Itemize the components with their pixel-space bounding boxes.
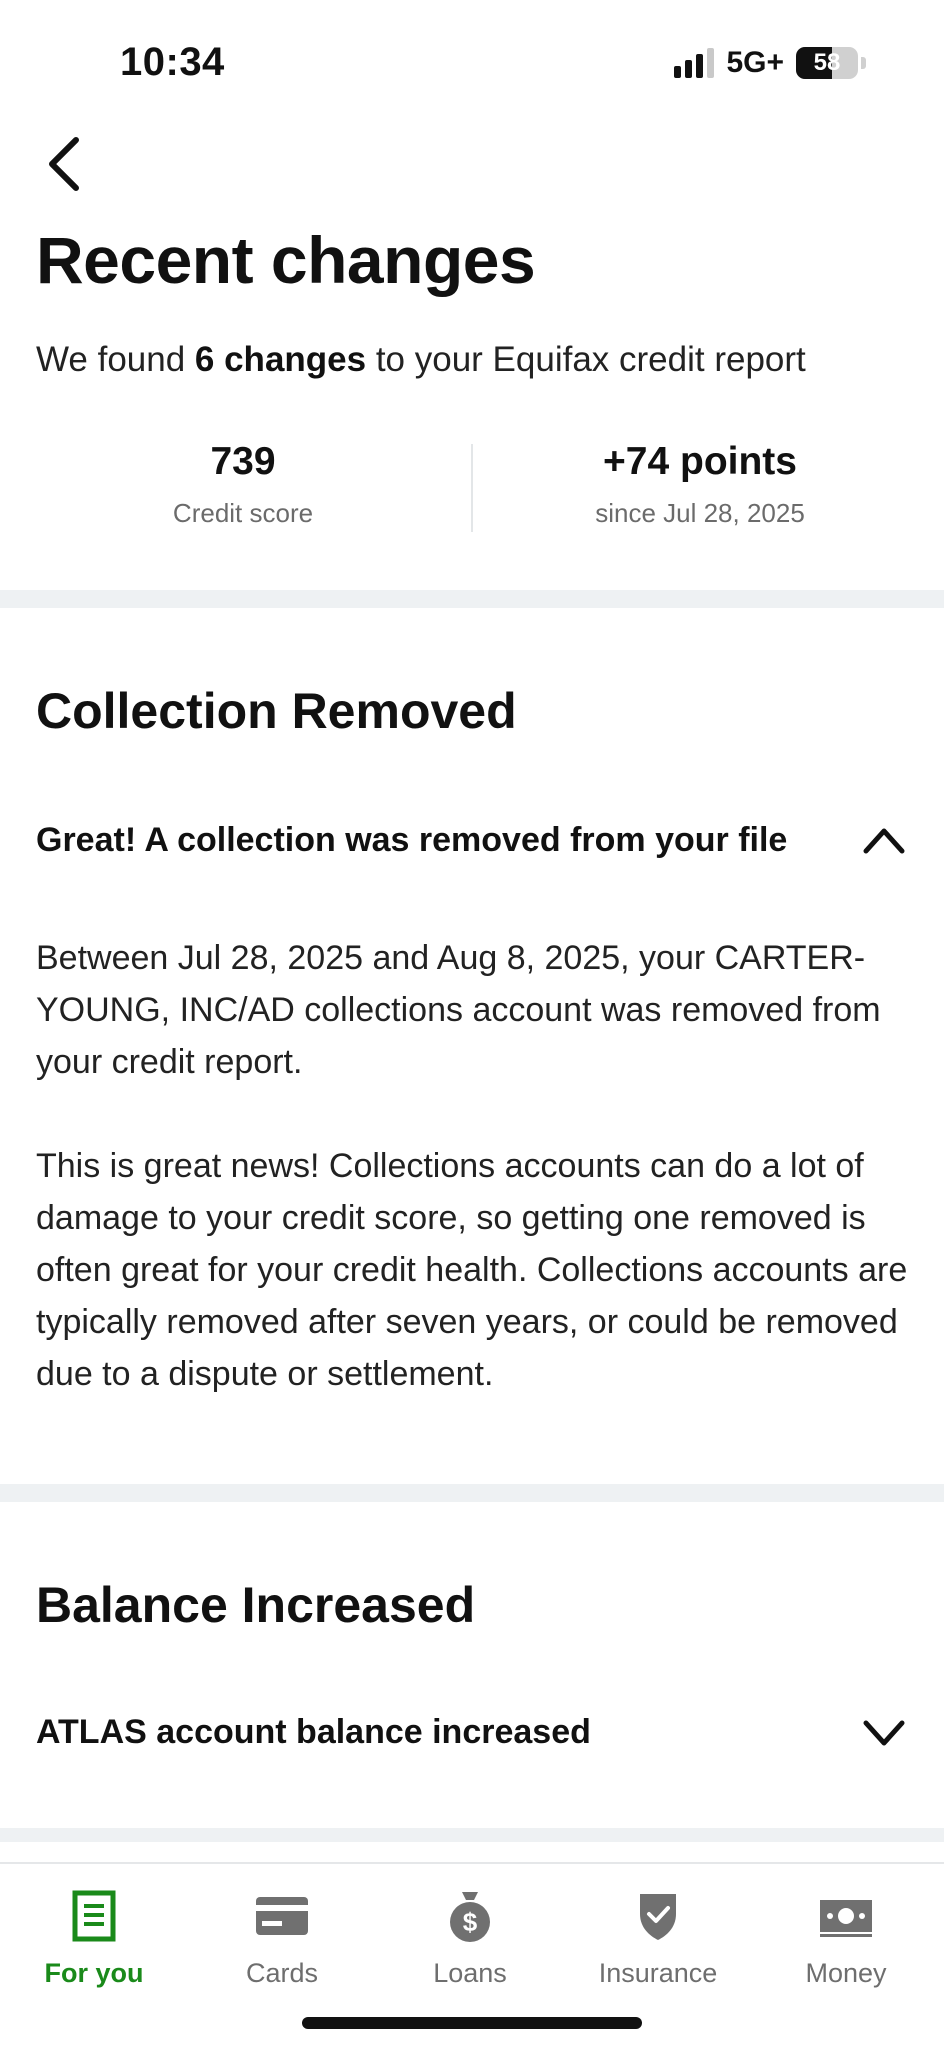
tab-insurance[interactable]: Insurance <box>564 1884 752 1989</box>
score-change-stat: +74 points since Jul 28, 2025 <box>472 440 928 529</box>
back-button[interactable] <box>36 132 92 196</box>
money-bag-icon: $ <box>376 1884 564 1948</box>
tab-label: Cards <box>245 1958 319 1988</box>
status-indicators: 5G+ 58 <box>674 46 866 80</box>
credit-score-value: 739 <box>210 440 276 483</box>
section-title-collection-removed: Collection Removed <box>36 683 517 739</box>
status-bar: 10:34 5G+ 58 <box>0 0 944 120</box>
svg-text:$: $ <box>463 1907 478 1937</box>
balance-increased-headline: ATLAS account balance increased <box>36 1712 591 1751</box>
home-indicator[interactable] <box>302 2017 642 2029</box>
tab-money[interactable]: Money <box>752 1884 940 1989</box>
tab-label: Insurance <box>598 1958 718 1988</box>
chevron-down-icon <box>860 1708 908 1756</box>
cash-icon <box>752 1884 940 1948</box>
document-icon <box>0 1884 188 1948</box>
collection-removed-toggle[interactable]: Great! A collection was removed from you… <box>36 808 908 872</box>
battery-level: 58 <box>813 49 841 76</box>
score-stats: 739 Credit score +74 points since Jul 28… <box>0 440 944 540</box>
section-divider <box>0 1828 944 1842</box>
status-time: 10:34 <box>120 40 225 84</box>
battery-icon: 58 <box>796 47 858 79</box>
network-type: 5G+ <box>726 46 784 79</box>
summary-prefix: We found <box>36 340 195 379</box>
score-change-label: since Jul 28, 2025 <box>595 498 805 528</box>
section-title-balance-increased: Balance Increased <box>36 1577 476 1633</box>
battery-cap <box>861 57 866 69</box>
balance-increased-toggle[interactable]: ATLAS account balance increased <box>36 1700 908 1764</box>
section-divider <box>0 1484 944 1502</box>
signal-icon <box>674 48 715 78</box>
changes-count: 6 changes <box>194 340 367 379</box>
tab-for-you[interactable]: For you <box>0 1884 188 1989</box>
section-divider <box>0 590 944 608</box>
score-change-value: +74 points <box>603 440 797 483</box>
tab-label: For you <box>44 1958 144 1988</box>
credit-score-label: Credit score <box>172 498 314 528</box>
tab-loans[interactable]: $ Loans <box>376 1884 564 1989</box>
chevron-left-icon <box>49 137 79 191</box>
changes-summary: We found 6 changes to your Equifax credi… <box>36 340 806 380</box>
collection-removed-detail: Between Jul 28, 2025 and Aug 8, 2025, yo… <box>36 939 881 1081</box>
collection-removed-headline: Great! A collection was removed from you… <box>36 820 788 859</box>
chevron-up-icon <box>860 816 908 864</box>
shield-check-icon <box>564 1884 752 1948</box>
summary-suffix: to your Equifax credit report <box>366 340 806 379</box>
page-title: Recent changes <box>36 223 536 297</box>
tab-cards[interactable]: Cards <box>188 1884 376 1989</box>
credit-score-stat: 739 Credit score <box>8 440 478 529</box>
collection-removed-explainer: This is great news! Collections accounts… <box>36 1147 908 1393</box>
tab-label: Loans <box>433 1958 507 1988</box>
tab-label: Money <box>805 1958 887 1988</box>
credit-card-icon <box>188 1884 376 1948</box>
